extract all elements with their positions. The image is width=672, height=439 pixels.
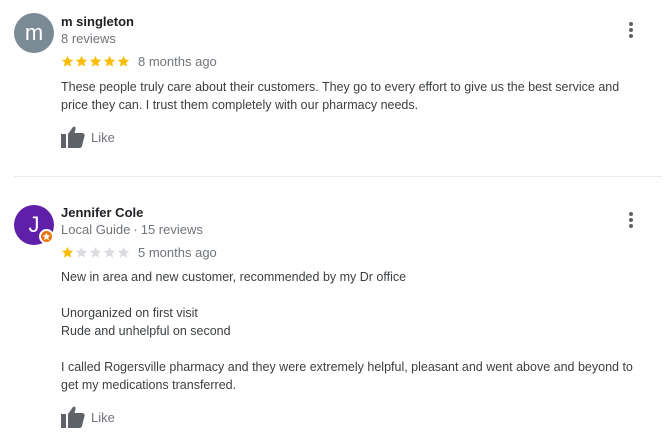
star-empty-icon (75, 246, 88, 258)
review-text-line: New in area and new customer, recommende… (61, 270, 407, 284)
local-guide-badge-icon (39, 229, 54, 244)
star-filled-icon (75, 55, 88, 67)
star-filled-icon (61, 55, 74, 67)
star-filled-icon (61, 246, 74, 258)
more-options-button[interactable] (622, 20, 640, 40)
review-text-line: Rude and unhelpful on second (61, 324, 231, 338)
local-guide-label: Local Guide (61, 222, 131, 237)
review-text-line: These people truly care about their cust… (61, 80, 620, 94)
review-card: m m singleton 8 reviews 8 months ago The… (0, 0, 672, 176)
star-empty-icon (117, 246, 130, 258)
review-card: J Jennifer Cole Local Guide · 15 reviews 5… (0, 178, 672, 439)
reviewer-stats: 8 reviews (61, 31, 116, 46)
like-label: Like (91, 410, 115, 425)
reviewer-name[interactable]: Jennifer Cole (61, 205, 143, 220)
avatar[interactable]: m (14, 13, 54, 53)
star-empty-icon (89, 246, 102, 258)
separator: · (133, 222, 138, 237)
thumb-up-icon (61, 406, 85, 428)
star-filled-icon (103, 55, 116, 67)
star-filled-icon (89, 55, 102, 67)
more-options-button[interactable] (622, 210, 640, 230)
reviewer-stats: Local Guide · 15 reviews (61, 222, 203, 237)
review-count: 15 reviews (140, 222, 203, 237)
divider (14, 176, 662, 177)
review-text-line: Unorganized on first visit (61, 306, 198, 320)
star-rating (61, 55, 131, 69)
review-time: 5 months ago (138, 245, 217, 260)
review-text: New in area and new customer, recommende… (61, 268, 661, 394)
review-text: These people truly care about their cust… (61, 78, 661, 114)
star-empty-icon (103, 246, 116, 258)
review-text-line: price they can. I trust them completely … (61, 98, 419, 112)
star-rating (61, 246, 131, 260)
review-text-line: I called Rogersville pharmacy and they w… (61, 360, 633, 374)
like-label: Like (91, 130, 115, 145)
star-filled-icon (117, 55, 130, 67)
thumb-up-icon (61, 126, 85, 148)
review-text-line: get my medications transferred. (61, 378, 237, 392)
reviewer-name[interactable]: m singleton (61, 14, 134, 29)
review-time: 8 months ago (138, 54, 217, 69)
